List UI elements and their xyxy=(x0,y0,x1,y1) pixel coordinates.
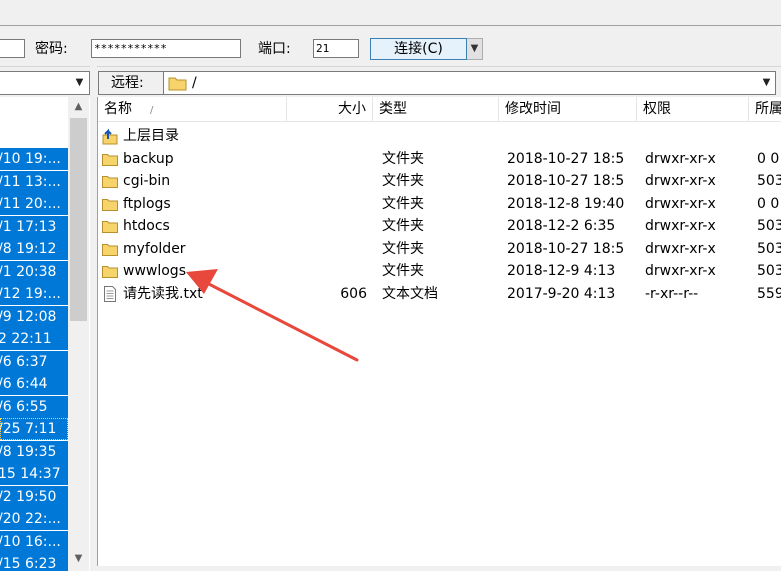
annotation-arrow xyxy=(186,269,359,362)
